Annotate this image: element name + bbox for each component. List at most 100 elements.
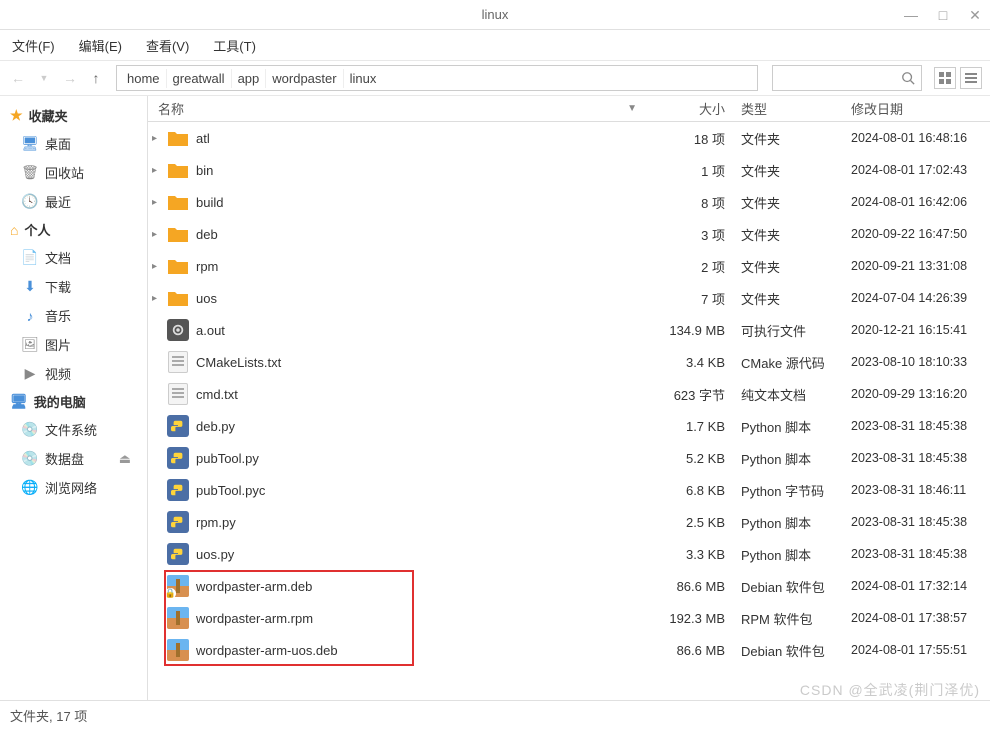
file-row[interactable]: ▸ uos 7 项 文件夹 2024-07-04 14:26:39 <box>148 282 990 314</box>
file-name: uos <box>194 291 645 306</box>
file-name: wordpaster-arm.rpm <box>194 611 645 626</box>
sidebar-item-视频[interactable]: ▶视频 <box>0 359 147 388</box>
crumb-linux[interactable]: linux <box>344 69 383 88</box>
col-size[interactable]: 大小 <box>645 99 735 118</box>
python-file-icon <box>167 447 189 469</box>
file-row[interactable]: ▸ bin 1 项 文件夹 2024-08-01 17:02:43 <box>148 154 990 186</box>
menu-tools[interactable]: 工具(T) <box>209 32 260 59</box>
trash-icon: 🗑 <box>22 165 38 181</box>
file-date: 2020-09-21 13:31:08 <box>845 259 990 273</box>
folder-icon <box>167 225 189 243</box>
sidebar-item-回收站[interactable]: 🗑回收站 <box>0 158 147 187</box>
file-type: Python 字节码 <box>735 481 845 500</box>
sidebar-item-图片[interactable]: 🖼图片 <box>0 330 147 359</box>
file-row[interactable]: uos.py 3.3 KB Python 脚本 2023-08-31 18:45… <box>148 538 990 570</box>
python-file-icon <box>167 415 189 437</box>
file-name: pubTool.py <box>194 451 645 466</box>
file-name: deb <box>194 227 645 242</box>
sidebar-item-下载[interactable]: ⬇下载 <box>0 272 147 301</box>
file-name: rpm <box>194 259 645 274</box>
minimize-button[interactable]: — <box>904 8 918 22</box>
nav-history[interactable]: ▼ <box>34 68 54 88</box>
pc-icon: 🖥 <box>10 393 28 410</box>
file-date: 2024-08-01 17:38:57 <box>845 611 990 625</box>
file-date: 2020-09-22 16:47:50 <box>845 227 990 241</box>
col-date[interactable]: 修改日期 <box>845 99 990 118</box>
close-button[interactable]: ✕ <box>968 8 982 22</box>
expand-icon[interactable]: ▸ <box>152 261 166 272</box>
crumb-wordpaster[interactable]: wordpaster <box>266 69 343 88</box>
maximize-button[interactable]: □ <box>936 8 950 22</box>
expand-icon[interactable]: ▸ <box>152 229 166 240</box>
file-name: build <box>194 195 645 210</box>
file-type: 文件夹 <box>735 257 845 276</box>
file-row[interactable]: a.out 134.9 MB 可执行文件 2020-12-21 16:15:41 <box>148 314 990 346</box>
file-size: 5.2 KB <box>645 451 735 466</box>
desktop-icon: 🖥 <box>22 136 38 152</box>
file-row[interactable]: deb.py 1.7 KB Python 脚本 2023-08-31 18:45… <box>148 410 990 442</box>
package-icon <box>167 607 189 629</box>
file-row[interactable]: cmd.txt 623 字节 纯文本文档 2020-09-29 13:16:20 <box>148 378 990 410</box>
file-name: bin <box>194 163 645 178</box>
file-date: 2024-08-01 16:48:16 <box>845 131 990 145</box>
crumb-app[interactable]: app <box>232 69 267 88</box>
file-type: Debian 软件包 <box>735 577 845 596</box>
sidebar-item-桌面[interactable]: 🖥桌面 <box>0 129 147 158</box>
file-type: 可执行文件 <box>735 321 845 340</box>
sidebar-item-浏览网络[interactable]: 🌐浏览网络 <box>0 473 147 502</box>
expand-icon[interactable]: ▸ <box>152 293 166 304</box>
folder-icon <box>167 289 189 307</box>
file-name: CMakeLists.txt <box>194 355 645 370</box>
menu-file[interactable]: 文件(F) <box>8 32 59 59</box>
sidebar-item-文件系统[interactable]: 💿文件系统 <box>0 415 147 444</box>
pic-icon: 🖼 <box>22 337 38 353</box>
file-row[interactable]: wordpaster-arm-uos.deb 86.6 MB Debian 软件… <box>148 634 990 666</box>
crumb-home[interactable]: home <box>121 69 167 88</box>
file-size: 3.4 KB <box>645 355 735 370</box>
file-row[interactable]: ▸ deb 3 项 文件夹 2020-09-22 16:47:50 <box>148 218 990 250</box>
menu-edit[interactable]: 编辑(E) <box>75 32 126 59</box>
crumb-greatwall[interactable]: greatwall <box>167 69 232 88</box>
nav-up[interactable]: ↑ <box>86 68 106 88</box>
file-row[interactable]: ▸ build 8 项 文件夹 2024-08-01 16:42:06 <box>148 186 990 218</box>
file-list: 名称▼ 大小 类型 修改日期 ▸ atl 18 项 文件夹 2024-08-01… <box>148 96 990 700</box>
file-type: 文件夹 <box>735 289 845 308</box>
down-icon: ⬇ <box>22 279 38 295</box>
window-title: linux <box>482 7 509 22</box>
file-row[interactable]: CMakeLists.txt 3.4 KB CMake 源代码 2023-08-… <box>148 346 990 378</box>
file-date: 2023-08-31 18:45:38 <box>845 515 990 529</box>
nav-back[interactable]: ← <box>8 68 28 88</box>
python-file-icon <box>167 543 189 565</box>
sidebar-item-文档[interactable]: 📄文档 <box>0 243 147 272</box>
view-list-button[interactable] <box>960 67 982 89</box>
lock-icon: 🔒 <box>165 588 176 599</box>
file-row[interactable]: rpm.py 2.5 KB Python 脚本 2023-08-31 18:45… <box>148 506 990 538</box>
sidebar-item-最近[interactable]: 🕓最近 <box>0 187 147 216</box>
expand-icon[interactable]: ▸ <box>152 133 166 144</box>
search-input[interactable] <box>772 65 922 91</box>
file-type: Debian 软件包 <box>735 641 845 660</box>
file-type: RPM 软件包 <box>735 609 845 628</box>
col-name[interactable]: 名称▼ <box>152 99 645 118</box>
expand-icon[interactable]: ▸ <box>152 165 166 176</box>
expand-icon[interactable]: ▸ <box>152 197 166 208</box>
view-grid-button[interactable] <box>934 67 956 89</box>
file-date: 2020-09-29 13:16:20 <box>845 387 990 401</box>
file-row[interactable]: ▸ rpm 2 项 文件夹 2020-09-21 13:31:08 <box>148 250 990 282</box>
folder-icon <box>167 257 189 275</box>
file-row[interactable]: pubTool.py 5.2 KB Python 脚本 2023-08-31 1… <box>148 442 990 474</box>
menu-view[interactable]: 查看(V) <box>142 32 193 59</box>
nav-forward[interactable]: → <box>60 68 80 88</box>
file-row[interactable]: pubTool.pyc 6.8 KB Python 字节码 2023-08-31… <box>148 474 990 506</box>
file-size: 86.6 MB <box>645 643 735 658</box>
file-row[interactable]: wordpaster-arm.rpm 192.3 MB RPM 软件包 2024… <box>148 602 990 634</box>
file-row[interactable]: 🔒 wordpaster-arm.deb 86.6 MB Debian 软件包 … <box>148 570 990 602</box>
search-icon <box>901 71 915 85</box>
file-type: 文件夹 <box>735 129 845 148</box>
eject-icon[interactable]: ⏏ <box>119 451 131 467</box>
breadcrumb[interactable]: homegreatwallappwordpasterlinux <box>116 65 758 91</box>
sidebar-item-音乐[interactable]: ♪音乐 <box>0 301 147 330</box>
file-row[interactable]: ▸ atl 18 项 文件夹 2024-08-01 16:48:16 <box>148 122 990 154</box>
col-type[interactable]: 类型 <box>735 99 845 118</box>
sidebar-item-数据盘[interactable]: 💿数据盘⏏ <box>0 444 147 473</box>
